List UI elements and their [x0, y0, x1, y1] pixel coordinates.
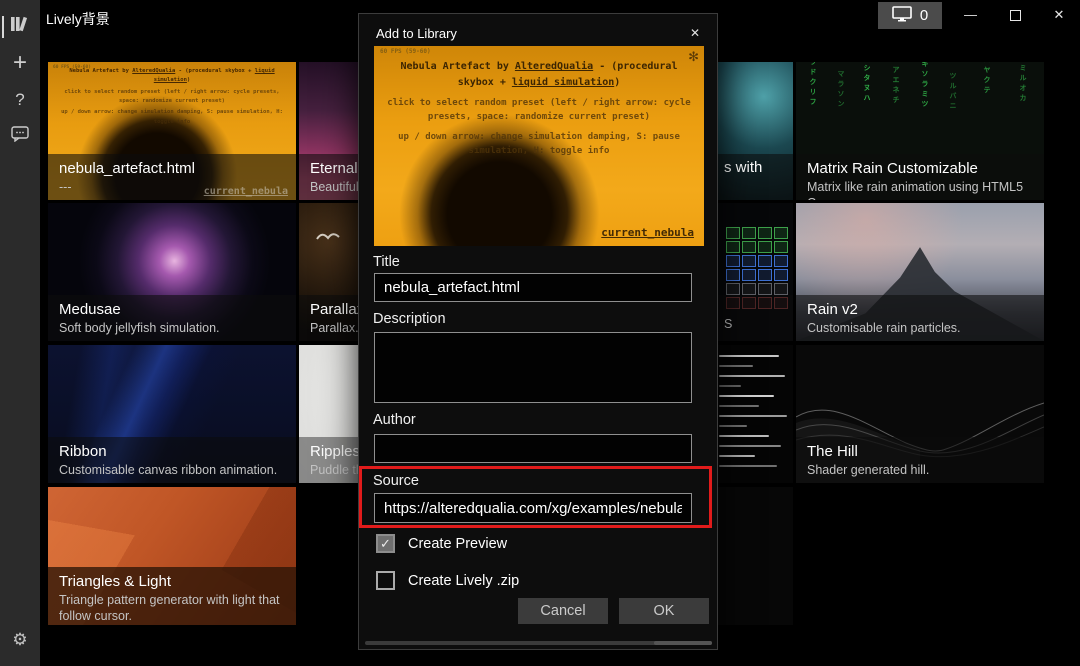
nebula-overlay-text: 60 FPS (59-60) Nebula Artefact by Altere… [48, 65, 296, 127]
wallpaper-tile-rain-v2[interactable]: Rain v2 Customisable rain particles. [796, 203, 1044, 341]
monitor-icon [892, 6, 912, 26]
gear-icon: ⚙ [12, 630, 27, 650]
create-preview-label: Create Preview [408, 536, 507, 552]
cancel-button[interactable]: Cancel [518, 598, 608, 624]
fps-counter: 60 FPS (59-60) [380, 48, 431, 55]
dialog-horizontal-scrollbar[interactable] [365, 641, 712, 645]
app-title: Lively背景 [46, 9, 110, 29]
sidebar: + ? ⚙ [0, 0, 40, 666]
display-count: 0 [920, 7, 928, 24]
tile-title: nebula_artefact.html [59, 159, 285, 178]
maximize-button[interactable] [993, 0, 1038, 30]
tile-title: Rain v2 [807, 300, 1033, 319]
tile-label-band: Rain v2 Customisable rain particles. [796, 295, 1044, 341]
close-icon: ✕ [690, 26, 700, 40]
preview-corner-label: current_nebula [601, 226, 694, 239]
author-input[interactable] [374, 434, 692, 463]
library-books-icon [10, 15, 30, 39]
tile-label-band: Matrix Rain Customizable Matrix like rai… [796, 154, 1044, 200]
close-icon: ✕ [1054, 7, 1065, 22]
tile-subtitle: Customisable rain particles. [807, 320, 1033, 336]
sidebar-item-help[interactable]: ? [0, 84, 40, 116]
checkbox-icon[interactable]: ✓ [376, 534, 395, 553]
wallpaper-tile-medusae[interactable]: Medusae Soft body jellyfish simulation. [48, 203, 296, 341]
minimize-button[interactable]: — [948, 0, 993, 30]
create-zip-checkbox-row[interactable]: ✓ Create Lively .zip [376, 571, 519, 590]
wallpaper-tile-matrix-rain[interactable]: ラドクリフマラソン ジシタヌハアエネチ キソラミツツルバニ ハヤクテミルオカ M… [796, 62, 1044, 200]
preview-instructions-1: click to select random preset (left / ri… [386, 97, 692, 124]
tile-title: Medusae [59, 300, 285, 319]
tile-corner-label: current_nebula [204, 186, 288, 197]
chat-bubble-icon [11, 126, 29, 148]
snowflake-icon: ✻ [688, 49, 699, 65]
wallpaper-tile-ribbon[interactable]: Ribbon Customisable canvas ribbon animat… [48, 345, 296, 483]
minimize-icon: — [964, 7, 977, 22]
preview-heading: Nebula Artefact by AlteredQualia - (proc… [388, 59, 690, 90]
wallpaper-tile-triangles-light[interactable]: Triangles & Light Triangle pattern gener… [48, 487, 296, 625]
tile-subtitle: Customisable canvas ribbon animation. [59, 462, 285, 478]
tile-subtitle: Matrix like rain animation using HTML5 C… [807, 179, 1033, 200]
preview-instructions-2: up / down arrow: change simulation dampi… [386, 131, 692, 158]
source-input[interactable] [374, 493, 692, 523]
check-icon: ✓ [380, 573, 391, 589]
scrollbar-thumb[interactable] [654, 641, 712, 645]
description-field-label: Description [373, 311, 446, 327]
tile-label-band: Ribbon Customisable canvas ribbon animat… [48, 437, 296, 483]
add-to-library-dialog: Add to Library ✕ 60 FPS (59-60) ✻ Nebula… [358, 13, 718, 650]
create-preview-checkbox-row[interactable]: ✓ Create Preview [376, 534, 507, 553]
help-icon: ? [15, 90, 24, 110]
tile-title: Matrix Rain Customizable [807, 159, 1033, 178]
author-field-label: Author [373, 412, 416, 428]
tile-subtitle: Soft body jellyfish simulation. [59, 320, 285, 336]
tile-label-band: Medusae Soft body jellyfish simulation. [48, 295, 296, 341]
tile-label-band: Triangles & Light Triangle pattern gener… [48, 567, 296, 625]
wallpaper-preview: 60 FPS (59-60) ✻ Nebula Artefact by Alte… [374, 46, 704, 246]
app-window: Lively背景 0 — ✕ + ? ⚙ 60 FPS (59-60) Nebu… [0, 0, 1080, 666]
sidebar-item-settings[interactable]: ⚙ [0, 624, 40, 656]
check-icon: ✓ [380, 536, 391, 552]
sidebar-item-feedback[interactable] [0, 121, 40, 153]
wallpaper-tile-the-hill[interactable]: The Hill Shader generated hill. [796, 345, 1044, 483]
dialog-title: Add to Library [376, 26, 457, 41]
wallpaper-tile-nebula-artefact[interactable]: 60 FPS (59-60) Nebula Artefact by Altere… [48, 62, 296, 200]
description-input[interactable] [374, 332, 692, 403]
tile-subtitle: Shader generated hill. [807, 462, 1033, 478]
display-select-button[interactable]: 0 [878, 2, 942, 29]
tile-label-band: nebula_artefact.html --- current_nebula [48, 154, 296, 200]
tile-subtitle-fragment: S [724, 317, 732, 331]
tile-title: Triangles & Light [59, 572, 285, 591]
tile-title: Ribbon [59, 442, 285, 461]
tile-title: The Hill [807, 442, 1033, 461]
title-field-label: Title [373, 254, 400, 270]
dialog-close-button[interactable]: ✕ [681, 21, 709, 46]
title-input[interactable] [374, 273, 692, 302]
tile-title-fragment: s with [724, 159, 762, 176]
bird-silhouette-icon [315, 229, 341, 248]
sidebar-item-library[interactable] [0, 11, 40, 43]
tile-label-band: The Hill Shader generated hill. [796, 437, 1044, 483]
create-zip-label: Create Lively .zip [408, 573, 519, 589]
light-streaks [719, 347, 793, 475]
checkbox-icon[interactable]: ✓ [376, 571, 395, 590]
close-button[interactable]: ✕ [1038, 0, 1080, 30]
sidebar-item-add-wallpaper[interactable]: + [0, 47, 40, 79]
source-field-label: Source [373, 473, 419, 489]
maximize-icon [1010, 10, 1021, 21]
tile-subtitle: Triangle pattern generator with light th… [59, 592, 285, 624]
plus-icon: + [13, 49, 27, 77]
ok-button[interactable]: OK [619, 598, 709, 624]
